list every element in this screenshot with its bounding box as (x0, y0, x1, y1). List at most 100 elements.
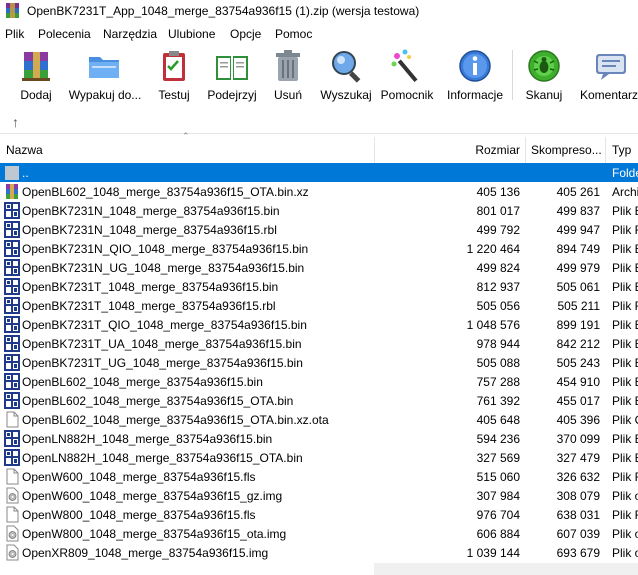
binary-file-icon (4, 430, 20, 447)
file-row[interactable]: OpenBK7231T_1048_merge_83754a936f15.bin 8… (0, 277, 638, 296)
file-packed-size: 308 079 (556, 489, 600, 503)
column-separator[interactable] (374, 137, 375, 163)
file-row[interactable]: OpenBK7231N_UG_1048_merge_83754a936f15.b… (0, 258, 638, 277)
file-row[interactable]: OpenBK7231N_1048_merge_83754a936f15.bin 8… (0, 201, 638, 220)
toolbar-label: Usuń (273, 88, 302, 102)
binary-file-icon (4, 259, 20, 276)
menu-narzedzia[interactable]: Narzędzia (103, 27, 157, 41)
file-row[interactable]: OpenBK7231N_1048_merge_83754a936f15.rbl 4… (0, 220, 638, 239)
file-row[interactable]: OpenBL602_1048_merge_83754a936f15_OTA.bi… (0, 182, 638, 201)
toolbar-scan-button[interactable]: Skanuj (522, 44, 566, 106)
file-row[interactable]: OpenBL602_1048_merge_83754a936f15_OTA.bi… (0, 391, 638, 410)
binary-file-icon (4, 278, 20, 295)
file-name: OpenBK7231T_UG_1048_merge_83754a936f15.b… (22, 356, 303, 370)
file-name: OpenLN882H_1048_merge_83754a936f15_OTA.b… (22, 451, 303, 465)
file-row[interactable]: .. Folder (0, 163, 638, 182)
file-type: Plik F (612, 470, 638, 484)
file-packed-size: 894 749 (556, 242, 600, 256)
column-header-type[interactable]: Typ (612, 137, 638, 163)
file-row[interactable]: OpenBK7231T_1048_merge_83754a936f15.rbl 5… (0, 296, 638, 315)
blank-file-icon (6, 411, 19, 428)
toolbar-comment-button[interactable]: Komentarz... (576, 44, 638, 106)
file-row[interactable]: OpenW800_1048_merge_83754a936f15.fls 976 … (0, 505, 638, 524)
file-size: 307 984 (476, 489, 520, 503)
file-row[interactable]: OpenBK7231T_UG_1048_merge_83754a936f15.b… (0, 353, 638, 372)
file-packed-size: 370 099 (556, 432, 600, 446)
archive-icon (6, 184, 18, 199)
file-row[interactable]: OpenBK7231T_UA_1048_merge_83754a936f15.b… (0, 334, 638, 353)
disk-image-icon (6, 544, 19, 561)
toolbar-add-button[interactable]: Dodaj (14, 44, 58, 106)
file-type: Plik R (612, 223, 638, 237)
file-row[interactable]: OpenBK7231N_QIO_1048_merge_83754a936f15.… (0, 239, 638, 258)
file-name: OpenBL602_1048_merge_83754a936f15_OTA.bi… (22, 413, 329, 427)
file-size: 499 824 (476, 261, 520, 275)
file-name: OpenBK7231N_1048_merge_83754a936f15.bin (22, 204, 280, 218)
comment-icon (596, 54, 626, 80)
file-packed-size: 505 211 (557, 299, 601, 313)
file-name: OpenBL602_1048_merge_83754a936f15.bin (22, 375, 263, 389)
file-type: Plik o (612, 489, 638, 503)
file-type: Plik B (612, 318, 638, 332)
file-name: OpenBL602_1048_merge_83754a936f15_OTA.bi… (22, 394, 294, 408)
window-title: OpenBK7231T_App_1048_merge_83754a936f15 … (27, 4, 420, 18)
toolbar-wizard-button[interactable]: Pomocnik (378, 44, 436, 106)
binary-file-icon (4, 449, 20, 466)
file-row[interactable]: OpenLN882H_1048_merge_83754a936f15_OTA.b… (0, 448, 638, 467)
column-separator[interactable] (605, 137, 606, 163)
file-name: OpenBK7231T_UA_1048_merge_83754a936f15.b… (22, 337, 302, 351)
file-row[interactable]: OpenW800_1048_merge_83754a936f15_ota.img… (0, 524, 638, 543)
file-size: 1 220 464 (466, 242, 520, 256)
toolbar-label: Dodaj (20, 88, 52, 102)
column-header-name[interactable]: Nazwa (6, 137, 366, 163)
binary-file-icon (4, 392, 20, 409)
file-type: Plik B (612, 337, 638, 351)
menu-plik[interactable]: Plik (5, 27, 24, 41)
file-list-header: ⌃ Nazwa Rozmiar Skompreso... Typ (0, 131, 638, 164)
toolbar-find-button[interactable]: Wyszukaj (318, 44, 374, 106)
binary-file-icon (4, 240, 20, 257)
file-size: 1 048 576 (466, 318, 520, 332)
toolbar-label: Komentarz... (580, 88, 638, 102)
toolbar-label: Wypakuj do... (68, 88, 142, 102)
file-row[interactable]: OpenW600_1048_merge_83754a936f15_gz.img 3… (0, 486, 638, 505)
column-separator[interactable] (525, 137, 526, 163)
file-size: 594 236 (476, 432, 520, 446)
file-name: OpenBL602_1048_merge_83754a936f15_OTA.bi… (22, 185, 309, 199)
file-packed-size: 455 017 (556, 394, 600, 408)
toolbar-view-button[interactable]: Podejrzyj (204, 44, 260, 106)
file-row[interactable]: OpenBL602_1048_merge_83754a936f15_OTA.bi… (0, 410, 638, 429)
file-row[interactable]: OpenBK7231T_QIO_1048_merge_83754a936f15.… (0, 315, 638, 334)
file-size: 499 792 (476, 223, 520, 237)
file-row[interactable]: OpenW600_1048_merge_83754a936f15.fls 515 … (0, 467, 638, 486)
menu-ulubione[interactable]: Ulubione (168, 27, 215, 41)
file-row[interactable]: OpenLN882H_1048_merge_83754a936f15.bin 59… (0, 429, 638, 448)
menu-pomoc[interactable]: Pomoc (275, 27, 312, 41)
trash-bin-icon (276, 50, 300, 81)
file-size: 327 569 (476, 451, 520, 465)
file-row[interactable]: OpenBL602_1048_merge_83754a936f15.bin 757… (0, 372, 638, 391)
test-clipboard-icon (163, 51, 185, 81)
disk-image-icon (6, 525, 19, 542)
toolbar-label: Testuj (158, 88, 190, 102)
toolbar-info-button[interactable]: Informacje (444, 44, 506, 106)
file-name: OpenW600_1048_merge_83754a936f15.fls (22, 470, 256, 484)
toolbar-extract-button[interactable]: Wypakuj do... (66, 44, 144, 106)
file-packed-size: 499 947 (556, 223, 600, 237)
toolbar-label: Podejrzyj (207, 88, 257, 102)
toolbar-label: Skanuj (525, 88, 563, 102)
file-packed-size: 499 837 (556, 204, 600, 218)
column-header-size[interactable]: Rozmiar (380, 137, 520, 163)
binary-file-icon (4, 202, 20, 219)
toolbar-test-button[interactable]: Testuj (152, 44, 196, 106)
file-packed-size: 327 479 (556, 451, 600, 465)
menu-opcje[interactable]: Opcje (230, 27, 261, 41)
up-folder-icon[interactable]: ↑ (12, 114, 19, 130)
file-name: .. (22, 166, 29, 180)
menu-polecenia[interactable]: Polecenia (38, 27, 91, 41)
wizard-wand-icon (391, 49, 418, 83)
column-header-packed[interactable]: Skompreso... (531, 137, 601, 163)
toolbar-delete-button[interactable]: Usuń (268, 44, 308, 106)
file-row[interactable]: OpenXR809_1048_merge_83754a936f15.img 1 0… (0, 543, 638, 562)
file-name: OpenW800_1048_merge_83754a936f15_ota.img (22, 527, 287, 541)
